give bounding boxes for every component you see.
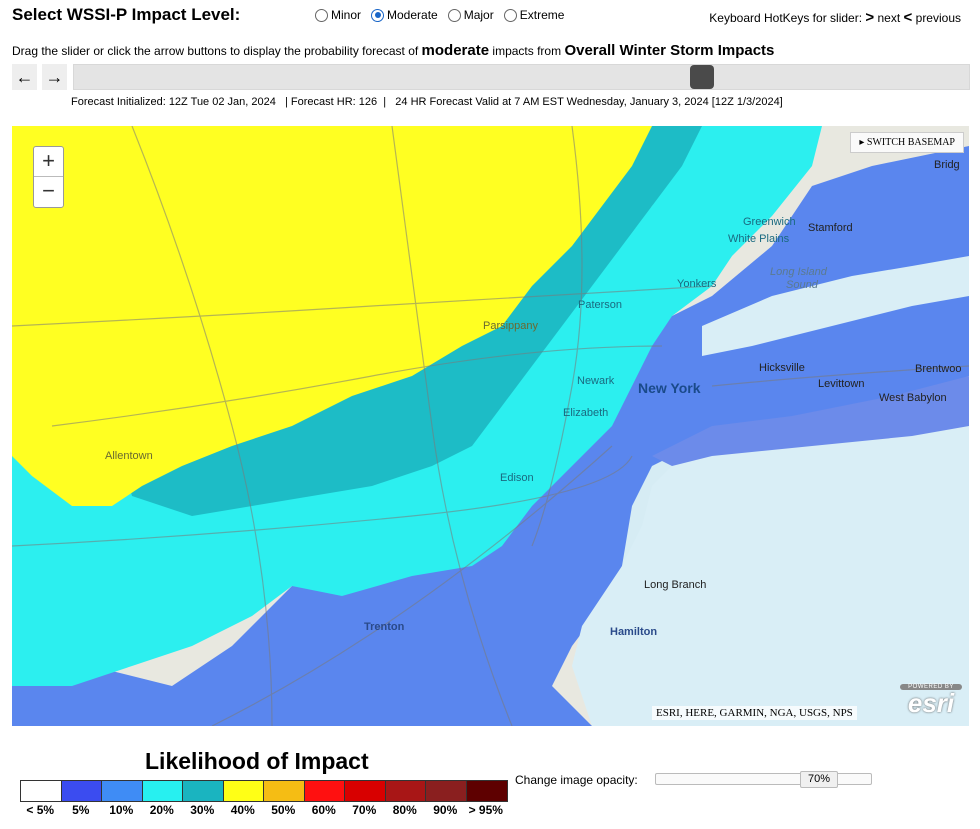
legend-label: 10% (109, 803, 134, 817)
radio-moderate[interactable]: Moderate (371, 8, 438, 22)
legend-swatch (61, 781, 102, 801)
legend-swatch (21, 781, 62, 801)
city-label: Newark (577, 375, 615, 387)
city-label: West Babylon (879, 392, 947, 404)
legend-label: 50% (271, 803, 296, 817)
city-label: Trenton (364, 621, 405, 633)
map-view[interactable]: + − ▸ SWITCH BASEMAP Bridg Greenwich Sta… (12, 126, 969, 726)
instructions-part2: impacts from (492, 44, 562, 58)
opacity-slider[interactable]: 70% (655, 771, 872, 788)
instructions-level: moderate (421, 42, 490, 59)
prev-arrow-button[interactable]: ← (12, 64, 37, 90)
legend-title: Likelihood of Impact (145, 748, 369, 774)
impact-level-title: Select WSSI-P Impact Level: (12, 5, 241, 24)
legend-label: 70% (352, 803, 377, 817)
legend-label: 5% (72, 803, 90, 817)
city-label: Levittown (818, 378, 865, 390)
city-label: Greenwich (743, 216, 796, 228)
zoom-control: + − (33, 146, 64, 208)
radio-button[interactable] (447, 8, 461, 22)
legend-swatch (264, 781, 305, 801)
zoom-in-button[interactable]: + (34, 147, 63, 177)
forecast-hour: | Forecast HR: 126 | (285, 96, 387, 108)
radio-extreme[interactable]: Extreme (503, 8, 565, 22)
hotkey-next-label: next (877, 11, 901, 25)
city-label: Hicksville (759, 362, 805, 374)
esri-wordmark: esri (907, 688, 955, 718)
switch-basemap-button[interactable]: ▸ SWITCH BASEMAP (850, 132, 964, 153)
hotkeys-prefix: Keyboard HotKeys for slider: (709, 11, 863, 25)
hotkey-next-symbol: > (865, 9, 875, 26)
instructions-product: Overall Winter Storm Impacts (564, 42, 775, 59)
city-label: Allentown (105, 450, 153, 462)
city-label: Elizabeth (563, 407, 609, 419)
play-icon: ▸ (859, 137, 867, 148)
basemap-label: SWITCH BASEMAP (866, 137, 955, 148)
legend-label: 90% (433, 803, 458, 817)
legend-swatch (304, 781, 345, 801)
radio-label: Major (463, 8, 494, 22)
hotkey-prev-label: previous (915, 11, 961, 25)
instructions-part1: Drag the slider or click the arrow butto… (12, 44, 419, 58)
hotkey-prev-symbol: < (903, 9, 913, 26)
legend-label: > 95% (468, 803, 503, 817)
legend-swatch (183, 781, 224, 801)
city-label: White Plains (728, 233, 790, 245)
opacity-label: Change image opacity: (515, 773, 638, 787)
zoom-out-button[interactable]: − (34, 177, 63, 207)
slider-instructions: Drag the slider or click the arrow butto… (12, 42, 774, 59)
city-label-major: New York (638, 380, 701, 396)
radio-minor[interactable]: Minor (315, 8, 361, 22)
city-label: Edison (500, 472, 534, 484)
forecast-slider[interactable] (73, 64, 970, 90)
forecast-valid: 24 HR Forecast Valid at 7 AM EST Wednesd… (395, 96, 783, 108)
probability-overlay (12, 126, 969, 726)
legend-color-bar (20, 780, 508, 802)
radio-label: Moderate (387, 8, 438, 22)
radio-label: Extreme (519, 8, 565, 22)
radio-label: Minor (331, 8, 362, 22)
opacity-handle[interactable]: 70% (800, 771, 838, 788)
impact-level-radios: Minor Moderate Major Extreme (315, 8, 564, 22)
hotkeys-info: Keyboard HotKeys for slider: > next < pr… (709, 9, 961, 26)
legend-label: < 5% (26, 803, 55, 817)
legend-label: 40% (230, 803, 255, 817)
legend-swatch (142, 781, 183, 801)
wssi-page: { "header": { "select_label": "Select WS… (0, 0, 980, 829)
legend-swatch (223, 781, 264, 801)
legend-label: 20% (149, 803, 174, 817)
legend-swatch (466, 781, 507, 801)
city-label: Parsippany (483, 320, 539, 332)
legend-label: 80% (392, 803, 417, 817)
legend-swatch (426, 781, 467, 801)
radio-button[interactable] (503, 8, 517, 22)
forecast-initialized: Forecast Initialized: 12Z Tue 02 Jan, 20… (71, 96, 276, 108)
city-label: Brentwoo (915, 363, 962, 375)
legend-swatch (345, 781, 386, 801)
city-label: Hamilton (610, 626, 658, 638)
next-arrow-button[interactable]: → (42, 64, 67, 90)
city-label: Stamford (808, 222, 853, 234)
water-label: Sound (786, 279, 818, 291)
city-label: Bridg (934, 159, 960, 171)
water-label: Long Island (770, 266, 827, 278)
city-label: Long Branch (644, 579, 707, 591)
legend-swatch (102, 781, 143, 801)
legend-label: 60% (311, 803, 336, 817)
legend-swatch (385, 781, 426, 801)
radio-button-selected[interactable] (371, 8, 385, 22)
esri-logo: POWERED BY esri (900, 684, 962, 720)
forecast-info: Forecast Initialized: 12Z Tue 02 Jan, 20… (71, 96, 783, 108)
slider-handle[interactable] (690, 65, 714, 89)
radio-button[interactable] (315, 8, 328, 22)
radio-major[interactable]: Major (447, 8, 494, 22)
city-label: Paterson (578, 299, 623, 311)
legend-label: 30% (190, 803, 215, 817)
map-attribution: ESRI, HERE, GARMIN, NGA, USGS, NPS (652, 706, 857, 720)
city-label: Yonkers (677, 278, 717, 290)
legend-labels: < 5% 5% 10% 20% 30% 40% 50% 60% 70% 80% 90% > 95% (20, 803, 506, 817)
